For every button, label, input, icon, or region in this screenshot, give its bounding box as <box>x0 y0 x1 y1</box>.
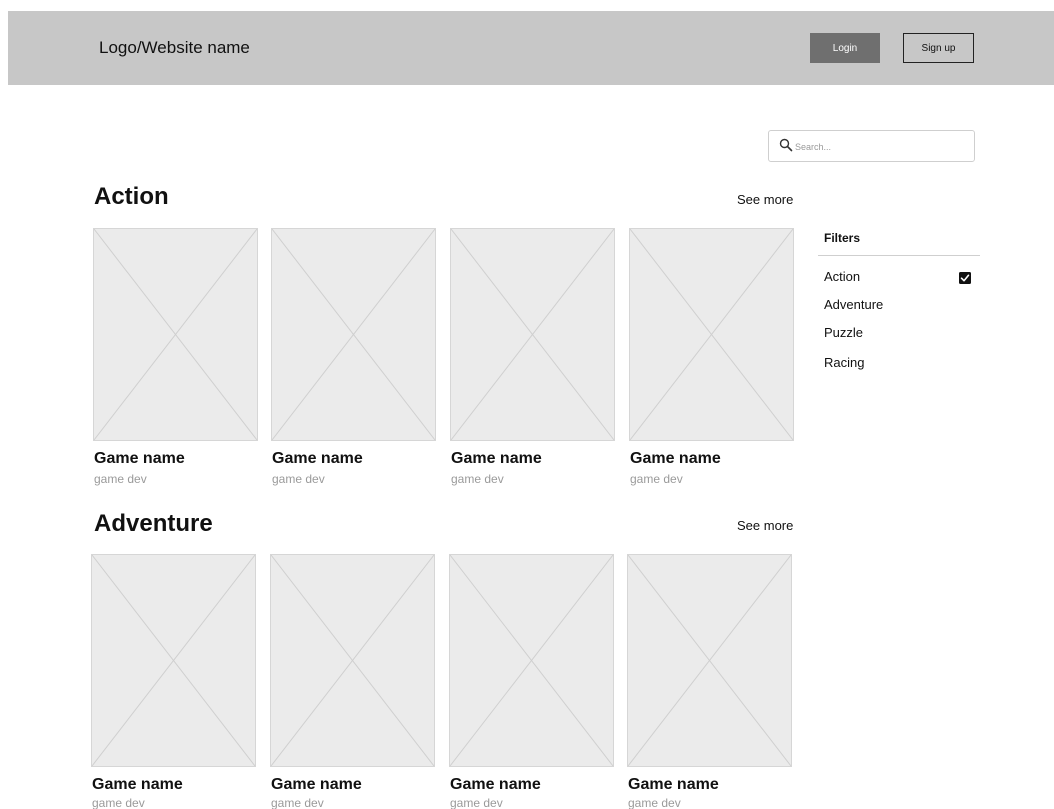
search-input[interactable] <box>795 137 965 157</box>
game-dev: game dev <box>94 472 147 486</box>
filters-divider <box>818 255 980 256</box>
filter-item-puzzle[interactable]: Puzzle <box>824 325 863 340</box>
section-title-action: Action <box>94 183 169 210</box>
search-box[interactable] <box>768 130 975 162</box>
game-dev: game dev <box>92 796 145 809</box>
see-more-link-adventure[interactable]: See more <box>737 518 793 533</box>
game-thumbnail[interactable] <box>270 554 435 767</box>
filter-checkbox-action[interactable] <box>959 271 971 284</box>
game-dev: game dev <box>630 472 683 486</box>
game-name[interactable]: Game name <box>630 450 721 468</box>
login-button[interactable]: Login <box>810 33 880 63</box>
game-dev: game dev <box>450 796 503 809</box>
game-thumbnail[interactable] <box>91 554 256 767</box>
filter-item-adventure[interactable]: Adventure <box>824 297 883 312</box>
search-icon <box>779 138 793 152</box>
game-dev: game dev <box>271 796 324 809</box>
game-name[interactable]: Game name <box>94 450 185 468</box>
game-thumbnail[interactable] <box>627 554 792 767</box>
game-thumbnail[interactable] <box>450 228 615 441</box>
signup-button[interactable]: Sign up <box>903 33 974 63</box>
game-dev: game dev <box>451 472 504 486</box>
game-name[interactable]: Game name <box>92 776 183 794</box>
filter-item-racing[interactable]: Racing <box>824 355 864 370</box>
game-name[interactable]: Game name <box>271 776 362 794</box>
game-name[interactable]: Game name <box>450 776 541 794</box>
logo-website-name[interactable]: Logo/Website name <box>99 38 250 58</box>
filters-title: Filters <box>824 231 861 245</box>
game-thumbnail[interactable] <box>93 228 258 441</box>
game-dev: game dev <box>272 472 325 486</box>
top-header: Logo/Website name Login Sign up <box>8 11 1054 85</box>
checkbox-checked-icon <box>959 272 971 284</box>
game-dev: game dev <box>628 796 681 809</box>
game-thumbnail[interactable] <box>449 554 614 767</box>
filter-item-action[interactable]: Action <box>824 269 860 284</box>
game-thumbnail[interactable] <box>271 228 436 441</box>
game-thumbnail[interactable] <box>629 228 794 441</box>
game-name[interactable]: Game name <box>451 450 542 468</box>
section-title-adventure: Adventure <box>94 510 213 537</box>
see-more-link-action[interactable]: See more <box>737 192 793 207</box>
game-name[interactable]: Game name <box>272 450 363 468</box>
game-name[interactable]: Game name <box>628 776 719 794</box>
page: Logo/Website name Login Sign up Action S… <box>0 0 1054 809</box>
